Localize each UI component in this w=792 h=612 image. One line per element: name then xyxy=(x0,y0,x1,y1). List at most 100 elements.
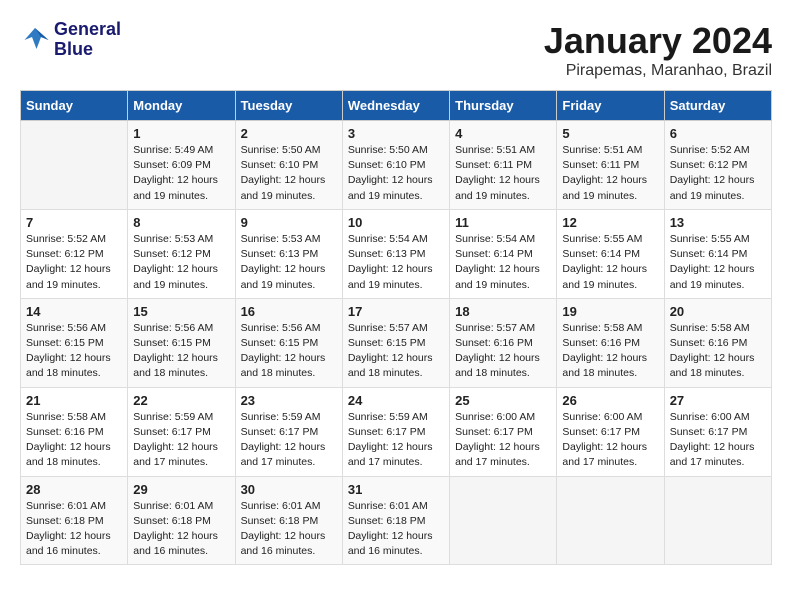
table-row: 7 Sunrise: 5:52 AM Sunset: 6:12 PM Daylig… xyxy=(21,209,128,298)
day-number: 14 xyxy=(26,304,122,319)
day-info: Sunrise: 5:51 AM Sunset: 6:11 PM Dayligh… xyxy=(455,143,551,204)
table-row: 14 Sunrise: 5:56 AM Sunset: 6:15 PM Dayli… xyxy=(21,298,128,387)
calendar-row: 7 Sunrise: 5:52 AM Sunset: 6:12 PM Daylig… xyxy=(21,209,772,298)
day-info: Sunrise: 5:55 AM Sunset: 6:14 PM Dayligh… xyxy=(670,232,766,293)
day-number: 7 xyxy=(26,215,122,230)
table-row: 31Sunrise: 6:01 AM Sunset: 6:18 PM Dayli… xyxy=(342,476,449,565)
day-info: Sunrise: 5:58 AM Sunset: 6:16 PM Dayligh… xyxy=(670,321,766,382)
table-row: 27 Sunrise: 6:00 AM Sunset: 6:17 PM Dayli… xyxy=(664,387,771,476)
table-row: 17 Sunrise: 5:57 AM Sunset: 6:15 PM Dayli… xyxy=(342,298,449,387)
day-info: Sunrise: 6:01 AM Sunset: 6:18 PM Dayligh… xyxy=(348,499,444,560)
table-row xyxy=(664,476,771,565)
table-row xyxy=(450,476,557,565)
day-number: 18 xyxy=(455,304,551,319)
day-info: Sunrise: 5:59 AM Sunset: 6:17 PM Dayligh… xyxy=(241,410,337,471)
col-thursday: Thursday xyxy=(450,91,557,121)
logo-line1: General xyxy=(54,19,121,39)
day-info: Sunrise: 5:53 AM Sunset: 6:13 PM Dayligh… xyxy=(241,232,337,293)
col-sunday: Sunday xyxy=(21,91,128,121)
table-row: 2 Sunrise: 5:50 AM Sunset: 6:10 PM Daylig… xyxy=(235,121,342,210)
calendar-row: 28 Sunrise: 6:01 AM Sunset: 6:18 PM Dayli… xyxy=(21,476,772,565)
day-number: 30 xyxy=(241,482,337,497)
table-row: 24 Sunrise: 5:59 AM Sunset: 6:17 PM Dayli… xyxy=(342,387,449,476)
day-info: Sunrise: 6:01 AM Sunset: 6:18 PM Dayligh… xyxy=(26,499,122,560)
day-info: Sunrise: 5:59 AM Sunset: 6:17 PM Dayligh… xyxy=(133,410,229,471)
table-row xyxy=(557,476,664,565)
table-row: 9 Sunrise: 5:53 AM Sunset: 6:13 PM Daylig… xyxy=(235,209,342,298)
table-row: 26 Sunrise: 6:00 AM Sunset: 6:17 PM Dayli… xyxy=(557,387,664,476)
day-number: 1 xyxy=(133,126,229,141)
day-info: Sunrise: 5:49 AM Sunset: 6:09 PM Dayligh… xyxy=(133,143,229,204)
table-row: 10 Sunrise: 5:54 AM Sunset: 6:13 PM Dayli… xyxy=(342,209,449,298)
day-info: Sunrise: 6:01 AM Sunset: 6:18 PM Dayligh… xyxy=(133,499,229,560)
logo-icon xyxy=(20,26,50,54)
table-row: 4 Sunrise: 5:51 AM Sunset: 6:11 PM Daylig… xyxy=(450,121,557,210)
table-row: 5 Sunrise: 5:51 AM Sunset: 6:11 PM Daylig… xyxy=(557,121,664,210)
table-row: 12 Sunrise: 5:55 AM Sunset: 6:14 PM Dayli… xyxy=(557,209,664,298)
table-row: 3Sunrise: 5:50 AM Sunset: 6:10 PM Daylig… xyxy=(342,121,449,210)
day-number: 19 xyxy=(562,304,658,319)
day-number: 24 xyxy=(348,393,444,408)
month-title: January 2024 xyxy=(544,20,772,62)
day-number: 2 xyxy=(241,126,337,141)
table-row: 15Sunrise: 5:56 AM Sunset: 6:15 PM Dayli… xyxy=(128,298,235,387)
day-number: 9 xyxy=(241,215,337,230)
col-friday: Friday xyxy=(557,91,664,121)
col-saturday: Saturday xyxy=(664,91,771,121)
day-number: 4 xyxy=(455,126,551,141)
day-info: Sunrise: 5:52 AM Sunset: 6:12 PM Dayligh… xyxy=(26,232,122,293)
day-info: Sunrise: 6:00 AM Sunset: 6:17 PM Dayligh… xyxy=(455,410,551,471)
day-number: 13 xyxy=(670,215,766,230)
day-info: Sunrise: 6:00 AM Sunset: 6:17 PM Dayligh… xyxy=(562,410,658,471)
day-number: 25 xyxy=(455,393,551,408)
calendar-header-row: Sunday Monday Tuesday Wednesday Thursday… xyxy=(21,91,772,121)
day-number: 23 xyxy=(241,393,337,408)
day-info: Sunrise: 5:57 AM Sunset: 6:16 PM Dayligh… xyxy=(455,321,551,382)
table-row: 11Sunrise: 5:54 AM Sunset: 6:14 PM Dayli… xyxy=(450,209,557,298)
day-number: 22 xyxy=(133,393,229,408)
table-row: 30Sunrise: 6:01 AM Sunset: 6:18 PM Dayli… xyxy=(235,476,342,565)
day-info: Sunrise: 5:56 AM Sunset: 6:15 PM Dayligh… xyxy=(133,321,229,382)
table-row: 28 Sunrise: 6:01 AM Sunset: 6:18 PM Dayli… xyxy=(21,476,128,565)
day-number: 29 xyxy=(133,482,229,497)
col-tuesday: Tuesday xyxy=(235,91,342,121)
day-info: Sunrise: 5:58 AM Sunset: 6:16 PM Dayligh… xyxy=(26,410,122,471)
day-info: Sunrise: 5:59 AM Sunset: 6:17 PM Dayligh… xyxy=(348,410,444,471)
day-info: Sunrise: 5:55 AM Sunset: 6:14 PM Dayligh… xyxy=(562,232,658,293)
day-number: 17 xyxy=(348,304,444,319)
table-row: 25 Sunrise: 6:00 AM Sunset: 6:17 PM Dayli… xyxy=(450,387,557,476)
logo-text: General Blue xyxy=(54,20,121,60)
table-row xyxy=(21,121,128,210)
table-row: 8Sunrise: 5:53 AM Sunset: 6:12 PM Daylig… xyxy=(128,209,235,298)
day-number: 12 xyxy=(562,215,658,230)
table-row: 23 Sunrise: 5:59 AM Sunset: 6:17 PM Dayli… xyxy=(235,387,342,476)
day-info: Sunrise: 5:56 AM Sunset: 6:15 PM Dayligh… xyxy=(26,321,122,382)
logo: General Blue xyxy=(20,20,121,60)
location-subtitle: Pirapemas, Maranhao, Brazil xyxy=(544,62,772,80)
day-number: 16 xyxy=(241,304,337,319)
day-info: Sunrise: 6:00 AM Sunset: 6:17 PM Dayligh… xyxy=(670,410,766,471)
day-info: Sunrise: 5:54 AM Sunset: 6:13 PM Dayligh… xyxy=(348,232,444,293)
day-number: 5 xyxy=(562,126,658,141)
day-number: 6 xyxy=(670,126,766,141)
table-row: 16Sunrise: 5:56 AM Sunset: 6:15 PM Dayli… xyxy=(235,298,342,387)
day-number: 28 xyxy=(26,482,122,497)
page-header: General Blue January 2024 Pirapemas, Mar… xyxy=(20,20,772,80)
calendar-row: 21 Sunrise: 5:58 AM Sunset: 6:16 PM Dayli… xyxy=(21,387,772,476)
table-row: 6Sunrise: 5:52 AM Sunset: 6:12 PM Daylig… xyxy=(664,121,771,210)
col-monday: Monday xyxy=(128,91,235,121)
logo-line2: Blue xyxy=(54,39,93,59)
day-info: Sunrise: 5:50 AM Sunset: 6:10 PM Dayligh… xyxy=(348,143,444,204)
day-number: 8 xyxy=(133,215,229,230)
day-number: 20 xyxy=(670,304,766,319)
day-number: 10 xyxy=(348,215,444,230)
day-number: 26 xyxy=(562,393,658,408)
day-info: Sunrise: 5:57 AM Sunset: 6:15 PM Dayligh… xyxy=(348,321,444,382)
day-info: Sunrise: 5:50 AM Sunset: 6:10 PM Dayligh… xyxy=(241,143,337,204)
day-number: 21 xyxy=(26,393,122,408)
calendar-table: Sunday Monday Tuesday Wednesday Thursday… xyxy=(20,90,772,565)
day-number: 27 xyxy=(670,393,766,408)
day-info: Sunrise: 5:51 AM Sunset: 6:11 PM Dayligh… xyxy=(562,143,658,204)
day-number: 11 xyxy=(455,215,551,230)
table-row: 19Sunrise: 5:58 AM Sunset: 6:16 PM Dayli… xyxy=(557,298,664,387)
